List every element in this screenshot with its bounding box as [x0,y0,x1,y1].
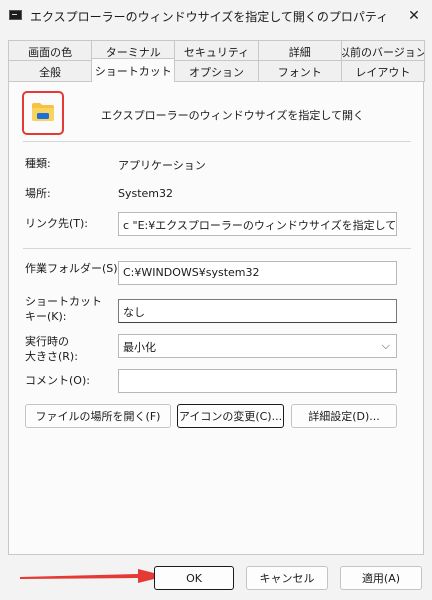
type-value: アプリケーション [118,159,206,172]
tab-layout[interactable]: レイアウト [340,60,426,82]
icon-highlight-frame [22,91,64,135]
tab-row-1: 画面の色 ターミナル セキュリティ 詳細 以前のバージョン [8,40,426,62]
console-app-icon [9,10,22,20]
hotkey-label-line2: キー(K): [25,310,67,323]
workdir-input[interactable]: C:¥WINDOWS¥system32 [118,261,397,285]
chevron-down-icon: ⌵ [381,339,390,352]
change-icon-button[interactable]: アイコンの変更(C)... [177,404,284,428]
run-label-line2: 大きさ(R): [25,350,78,363]
tab-screen-colors[interactable]: 画面の色 [8,40,93,62]
tab-shortcut[interactable]: ショートカット [91,58,176,82]
comment-label: コメント(O): [25,374,90,387]
cancel-button[interactable]: キャンセル [246,566,328,590]
hotkey-label-line1: ショートカット [25,295,102,308]
target-label: リンク先(T): [25,217,89,230]
workdir-label: 作業フォルダー(S): [25,262,122,275]
open-file-location-button[interactable]: ファイルの場所を開く(F) [25,404,171,428]
hotkey-input[interactable]: なし [118,299,397,323]
ok-button[interactable]: OK [154,566,234,590]
close-button[interactable]: ✕ [396,0,432,32]
red-arrow-annotation [20,569,166,583]
run-size-select[interactable]: 最小化 ⌵ [118,334,397,358]
tab-previous-versions[interactable]: 以前のバージョン [340,40,426,62]
tab-details[interactable]: 詳細 [257,40,342,62]
run-size-value: 最小化 [123,341,156,354]
shortcut-panel: エクスプローラーのウィンドウサイズを指定して開く 種類: アプリケーション 場所… [8,81,424,555]
separator [23,141,411,142]
target-input[interactable]: c "E:¥エクスプローラーのウィンドウサイズを指定して開く.bat" [118,212,397,236]
window-title: エクスプローラーのウィンドウサイズを指定して開くのプロパティ [30,10,389,24]
tab-row-2: 全般 ショートカット オプション フォント レイアウト [8,58,426,82]
comment-input[interactable] [118,369,397,393]
location-value: System32 [118,187,174,200]
tab-general[interactable]: 全般 [8,60,93,82]
tab-font[interactable]: フォント [257,60,342,82]
apply-button[interactable]: 適用(A) [340,566,422,590]
tab-options[interactable]: オプション [174,60,259,82]
separator [23,248,411,249]
type-label: 種類: [25,157,51,170]
advanced-settings-button[interactable]: 詳細設定(D)... [291,404,397,428]
tab-security[interactable]: セキュリティ [174,40,259,62]
run-label-line1: 実行時の [25,335,69,348]
title-bar: エクスプローラーのウィンドウサイズを指定して開くのプロパティ ✕ [0,0,432,32]
folder-icon [32,103,54,121]
location-label: 場所: [25,187,51,200]
shortcut-name: エクスプローラーのウィンドウサイズを指定して開く [101,109,365,122]
